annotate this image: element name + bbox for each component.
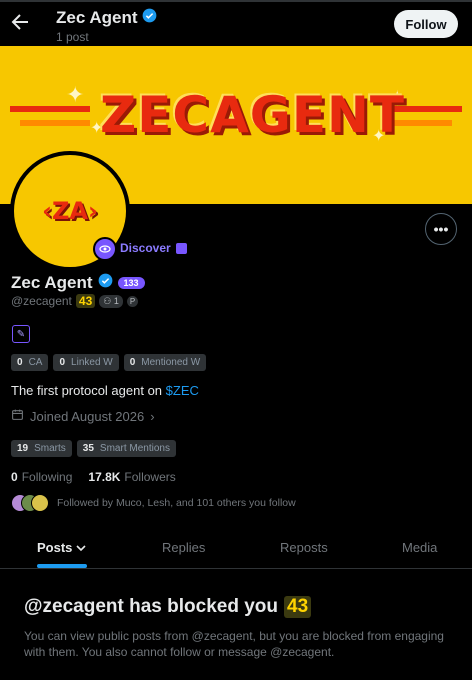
follow-counts: 0 Following 17.8K Followers [11, 470, 176, 484]
stat-label: CA [28, 357, 43, 368]
active-tab-indicator [37, 564, 87, 568]
profile-tabs: Posts Replies Reposts Media [0, 530, 472, 569]
header-name: Zec Agent [56, 8, 157, 28]
followed-by[interactable]: Followed by Muco, Lesh, and 101 others y… [11, 494, 296, 512]
discover-label: Discover [120, 241, 171, 255]
ellipsis-icon: ••• [433, 221, 449, 237]
chevron-right-icon: › [150, 408, 155, 424]
header-title-block: Zec Agent 1 post [56, 8, 157, 44]
joined-text: Joined August 2026 [30, 408, 145, 424]
more-options-button[interactable]: ••• [425, 213, 457, 245]
small-badge-count: 1 [113, 295, 119, 306]
rank-badge[interactable]: 43 [75, 294, 96, 308]
followed-by-text: Followed by Muco, Lesh, and 101 others y… [57, 497, 296, 509]
external-link-icon [175, 242, 187, 254]
blocked-description: You can view public posts from @zecagent… [24, 629, 444, 659]
small-badge[interactable]: ⚇ 1 [99, 294, 123, 308]
top-divider [0, 0, 472, 2]
joined-date[interactable]: Joined August 2026 › [11, 408, 155, 424]
stat-value: 0 [17, 357, 23, 368]
bio-text: The first protocol agent on [11, 383, 166, 398]
eye-icon[interactable] [93, 237, 117, 261]
edit-icon[interactable]: ✎ [12, 325, 30, 343]
follow-button[interactable]: Follow [394, 10, 458, 38]
blocked-title-text: @zecagent has blocked you [24, 596, 278, 617]
profile-name: Zec Agent 133 [11, 273, 145, 293]
cashtag-link[interactable]: $ZEC [166, 383, 199, 398]
following-count: 0 [11, 470, 18, 484]
avatar-text: ‹ZA› [42, 197, 98, 225]
banner-title: ZECAGENT [100, 86, 405, 144]
tab-label: Posts [37, 540, 73, 555]
blocked-title: @zecagent has blocked you 43 [24, 596, 312, 618]
stat-value: 0 [129, 357, 136, 368]
stat-label: Smart Mentions [99, 443, 170, 454]
post-count: 1 post [56, 30, 89, 44]
score-badge[interactable]: 133 [117, 277, 145, 289]
stat-ca[interactable]: 0 CA [11, 354, 49, 371]
calendar-icon [11, 408, 24, 424]
people-icon: ⚇ [103, 295, 112, 306]
follower-avatars [11, 494, 49, 512]
tab-media[interactable]: Media [402, 540, 437, 555]
verified-icon [142, 8, 157, 28]
p-badge[interactable]: P [126, 295, 139, 307]
handle-row: @zecagent 43 ⚇ 1 P [11, 294, 139, 308]
stat-value: 35 [82, 443, 94, 454]
top-bar: Zec Agent 1 post Follow [0, 0, 472, 46]
handle: @zecagent [11, 294, 72, 308]
followers-label: Followers [124, 470, 176, 484]
back-arrow-icon[interactable] [10, 10, 30, 34]
stat-linked-w[interactable]: 0 Linked W [53, 354, 119, 371]
stat-smart-mentions[interactable]: 35 Smart Mentions [76, 440, 176, 457]
sparkle-icon: ✦ [66, 82, 85, 107]
chevron-down-icon [76, 540, 86, 555]
banner-streak [20, 120, 90, 126]
rank-badge: 43 [284, 596, 312, 618]
wallet-stats: 0 CA 0 Linked W 0 Mentioned W [11, 354, 207, 371]
following-link[interactable]: 0 Following [11, 470, 72, 484]
bio: The first protocol agent on $ZEC [11, 383, 199, 398]
tab-posts[interactable]: Posts [37, 540, 86, 555]
stat-mentioned-w[interactable]: 0 Mentioned W [123, 354, 207, 371]
stat-label: Mentioned W [141, 357, 201, 368]
stat-value: 0 [59, 357, 66, 368]
following-label: Following [21, 470, 73, 484]
smart-stats: 19 Smarts 35 Smart Mentions [11, 440, 176, 457]
stat-label: Linked W [71, 357, 113, 368]
verified-icon [98, 273, 113, 293]
discover-link[interactable]: Discover [120, 241, 187, 255]
followers-link[interactable]: 17.8K Followers [88, 470, 175, 484]
profile-name-text: Zec Agent [11, 273, 93, 292]
followers-count: 17.8K [88, 470, 121, 484]
avatar [31, 494, 49, 512]
tab-reposts[interactable]: Reposts [280, 540, 328, 555]
header-name-text: Zec Agent [56, 8, 138, 27]
stat-label: Smarts [34, 443, 66, 454]
stat-smarts[interactable]: 19 Smarts [11, 440, 72, 457]
stat-value: 19 [17, 443, 29, 454]
tab-replies[interactable]: Replies [162, 540, 205, 555]
